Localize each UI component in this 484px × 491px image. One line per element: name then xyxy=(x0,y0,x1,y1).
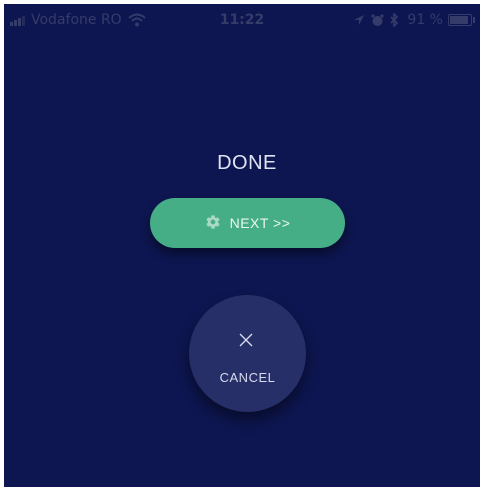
alarm-icon xyxy=(371,13,385,26)
cancel-button[interactable]: CANCEL xyxy=(189,295,306,412)
gear-icon xyxy=(206,215,220,229)
status-bar: Vodafone RO 11:22 91 % xyxy=(4,4,480,38)
close-icon xyxy=(239,333,253,347)
battery-percent: 91 % xyxy=(407,12,443,28)
app-screen: Vodafone RO 11:22 91 % DONE NEXT >> CANC… xyxy=(4,4,480,487)
battery-icon xyxy=(448,14,475,26)
next-button-label: NEXT >> xyxy=(229,215,291,231)
page-title: DONE xyxy=(217,152,277,174)
status-bar-right: 91 % xyxy=(347,12,475,28)
battery-level xyxy=(450,16,469,24)
bluetooth-icon xyxy=(390,13,399,27)
next-button[interactable]: NEXT >> xyxy=(150,198,345,248)
cancel-button-label: CANCEL xyxy=(219,370,276,385)
location-arrow-icon xyxy=(354,15,365,25)
